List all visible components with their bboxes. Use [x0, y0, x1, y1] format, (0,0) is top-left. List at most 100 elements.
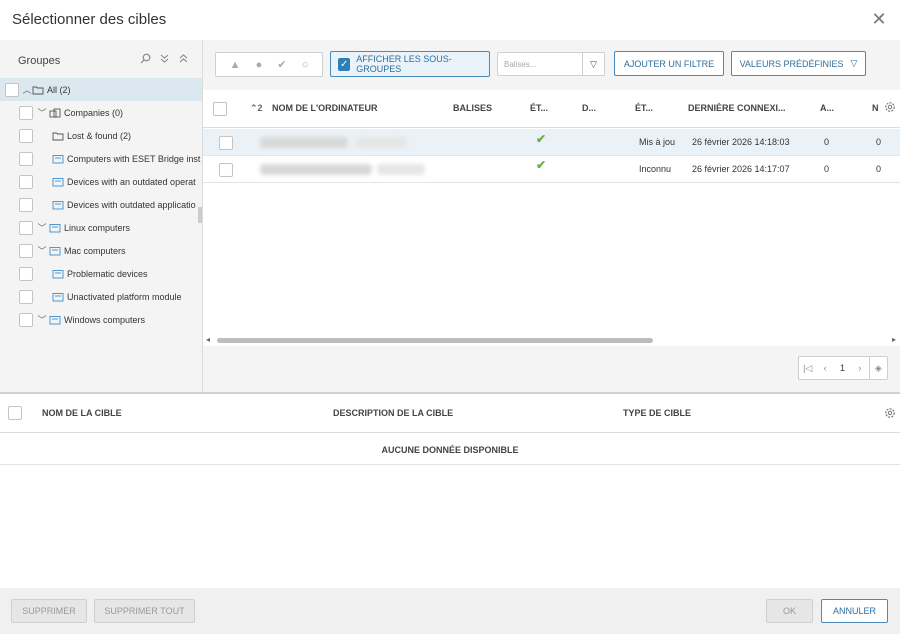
chevron-down-icon[interactable]: ▽	[582, 53, 604, 75]
groups-tree: ︿ All (2) ﹀ Companies (0) Lost & found (…	[0, 78, 202, 331]
tree-item-label: Lost & found (2)	[67, 130, 132, 141]
tree-item-label: Devices with outdated applicatio	[67, 199, 196, 210]
company-icon	[49, 108, 61, 118]
tree-item-outdated-apps[interactable]: Devices with outdated applicatio	[0, 193, 202, 216]
delete-label: SUPPRIMER	[22, 606, 76, 616]
collapse-all-icon[interactable]	[177, 53, 190, 66]
scroll-right-icon[interactable]: ▸	[892, 335, 896, 344]
select-all-checkbox[interactable]	[213, 102, 227, 116]
chevron-down-icon[interactable]: ﹀	[37, 221, 47, 234]
pagination: |◁ ‹ 1 › ◈	[798, 356, 888, 380]
chevron-down-icon[interactable]: ﹀	[37, 313, 47, 326]
blurred-computer-name	[260, 164, 372, 175]
col-target-type[interactable]: TYPE DE CIBLE	[623, 408, 691, 418]
col-status[interactable]: ÉT...	[530, 103, 548, 113]
tree-item-windows[interactable]: ﹀ Windows computers	[0, 308, 202, 331]
col-a[interactable]: A...	[820, 103, 834, 113]
no-data-message: AUCUNE DONNÉE DISPONIBLE	[0, 434, 900, 465]
tree-checkbox[interactable]	[19, 312, 33, 327]
error-icon[interactable]: ●	[256, 59, 263, 71]
dynamic-group-icon	[49, 315, 61, 325]
tree-item-linux[interactable]: ﹀ Linux computers	[0, 216, 202, 239]
ok-icon[interactable]: ✔	[277, 58, 286, 71]
sort-order: 2	[257, 103, 263, 113]
presets-button[interactable]: VALEURS PRÉDÉFINIES ▽	[731, 51, 866, 76]
row-n: 0	[876, 137, 882, 147]
col-n[interactable]: N	[872, 103, 879, 113]
tree-item-outdated-os[interactable]: Devices with an outdated operat	[0, 170, 202, 193]
layers-icon[interactable]: ◈	[868, 357, 887, 379]
col-tags[interactable]: BALISES	[453, 103, 492, 113]
tree-checkbox[interactable]	[19, 243, 33, 258]
tree-item-all[interactable]: ︿ All (2)	[0, 78, 202, 101]
table-row[interactable]: ✔ Mis à jou 26 février 2026 14:18:03 0 0	[203, 129, 900, 156]
groups-header: Groupes	[0, 40, 202, 78]
page-number[interactable]: 1	[834, 363, 851, 373]
add-filter-button[interactable]: AJOUTER UN FILTRE	[614, 51, 724, 76]
cancel-button[interactable]: ANNULER	[821, 599, 888, 623]
search-icon[interactable]	[139, 53, 152, 66]
chevron-down-icon[interactable]: ﹀	[37, 106, 47, 119]
status-filter-group: ▲ ● ✔ ○	[215, 52, 323, 77]
tags-select[interactable]: Balises... ▽	[497, 52, 605, 76]
sort-indicator[interactable]: ⌃2	[250, 103, 263, 114]
tree-checkbox[interactable]	[19, 266, 33, 281]
chevron-down-icon[interactable]: ﹀	[37, 244, 47, 257]
checkbox-checked-icon: ✓	[338, 57, 351, 71]
tree-checkbox[interactable]	[5, 82, 19, 97]
tree-item-lost-found[interactable]: Lost & found (2)	[0, 124, 202, 147]
col-target-name[interactable]: NOM DE LA CIBLE	[42, 408, 122, 418]
tree-checkbox[interactable]	[19, 289, 33, 304]
tree-item-problematic[interactable]: Problematic devices	[0, 262, 202, 285]
settings-icon[interactable]	[884, 407, 896, 422]
tree-item-label: Linux computers	[64, 222, 131, 233]
table-row[interactable]: ✔ Inconnu 26 février 2026 14:17:07 0 0	[203, 156, 900, 183]
dialog-title: Sélectionner des cibles	[12, 11, 167, 28]
tree-item-unactivated[interactable]: Unactivated platform module	[0, 285, 202, 308]
show-subgroups-label: AFFICHER LES SOUS-GROUPES	[356, 54, 452, 74]
ok-button[interactable]: OK	[766, 599, 813, 623]
targets-select-all-checkbox[interactable]	[8, 406, 22, 420]
groups-title: Groupes	[18, 55, 61, 67]
tree-scrollbar[interactable]	[198, 207, 202, 223]
first-page-icon[interactable]: |◁	[799, 363, 816, 374]
tree-item-eset-bridge[interactable]: Computers with ESET Bridge inst	[0, 147, 202, 170]
groups-panel: Groupes ︿ All (2) ﹀ Companies (0) Lost &…	[0, 40, 203, 392]
row-checkbox[interactable]	[219, 136, 233, 150]
col-last-connection[interactable]: DERNIÈRE CONNEXI...	[688, 103, 786, 113]
col-computer-name[interactable]: NOM DE L'ORDINATEUR	[272, 103, 377, 113]
unknown-icon[interactable]: ○	[302, 59, 309, 71]
show-subgroups-toggle[interactable]: ✓ AFFICHER LES SOUS-GROUPES	[330, 51, 490, 77]
dynamic-group-icon	[49, 246, 61, 256]
tree-checkbox[interactable]	[19, 128, 33, 143]
tree-checkbox[interactable]	[19, 174, 33, 189]
delete-button[interactable]: SUPPRIMER	[11, 599, 87, 623]
dynamic-group-icon	[52, 177, 64, 187]
folder-icon	[32, 85, 44, 95]
prev-page-icon[interactable]: ‹	[816, 363, 833, 373]
tree-item-mac[interactable]: ﹀ Mac computers	[0, 239, 202, 262]
tree-checkbox[interactable]	[19, 151, 33, 166]
row-n: 0	[876, 164, 882, 174]
tree-checkbox[interactable]	[19, 220, 33, 235]
table-horizontal-scrollbar[interactable]: ◂ ▸	[203, 334, 900, 346]
dynamic-group-icon	[52, 292, 64, 302]
row-checkbox[interactable]	[219, 163, 233, 177]
expand-all-icon[interactable]	[158, 53, 171, 66]
scrollbar-thumb[interactable]	[217, 338, 653, 343]
tree-item-companies[interactable]: ﹀ Companies (0)	[0, 101, 202, 124]
tree-checkbox[interactable]	[19, 197, 33, 212]
tree-checkbox[interactable]	[19, 105, 33, 120]
col-target-description[interactable]: DESCRIPTION DE LA CIBLE	[333, 408, 453, 418]
warning-icon[interactable]: ▲	[230, 59, 241, 71]
next-page-icon[interactable]: ›	[851, 363, 868, 373]
col-status-2[interactable]: ÉT...	[635, 103, 653, 113]
chevron-up-icon[interactable]: ︿	[22, 83, 32, 96]
close-icon[interactable]: ✕	[868, 8, 890, 30]
dynamic-group-icon	[52, 269, 64, 279]
settings-icon[interactable]	[884, 101, 896, 116]
delete-all-button[interactable]: SUPPRIMER TOUT	[94, 599, 195, 623]
cancel-label: ANNULER	[832, 606, 876, 616]
col-d[interactable]: D...	[582, 103, 596, 113]
scroll-left-icon[interactable]: ◂	[206, 335, 210, 344]
